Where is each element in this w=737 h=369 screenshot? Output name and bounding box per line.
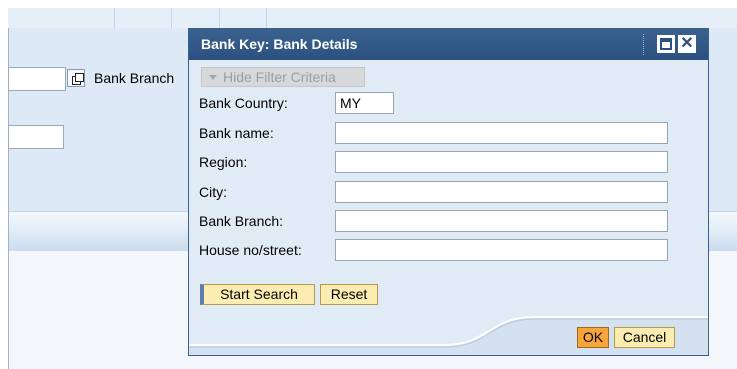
bank-branch-input[interactable] [335,210,668,232]
hide-filter-label: Hide Filter Criteria [223,69,336,85]
dialog-title-bar[interactable]: Bank Key: Bank Details ✕ [189,29,708,60]
title-divider [643,34,645,55]
collapse-triangle-icon [209,75,217,80]
house-street-input[interactable] [335,239,668,261]
close-button[interactable]: ✕ [678,35,696,53]
house-street-label: House no/street: [199,242,302,258]
bank-details-dialog: Bank Key: Bank Details ✕ Hide Filter Cri… [188,28,709,356]
background-toolbar [8,8,737,29]
value-help-icon-part [75,73,84,82]
bank-country-input[interactable] [335,92,394,114]
city-input[interactable] [335,181,668,203]
hide-filter-criteria-button[interactable]: Hide Filter Criteria [201,67,365,87]
value-help-button[interactable] [67,69,85,87]
region-label: Region: [199,154,248,170]
region-input[interactable] [335,151,668,173]
background-field-1[interactable] [8,67,66,91]
toolbar-separator [219,8,220,28]
bank-country-label: Bank Country: [199,95,288,111]
background-bank-branch-label: Bank Branch [94,70,175,86]
city-label: City: [199,184,227,200]
maximize-icon [660,38,672,50]
bank-name-input[interactable] [335,122,668,144]
dialog-title: Bank Key: Bank Details [201,36,358,52]
toolbar-separator [114,8,115,28]
maximize-button[interactable] [657,35,675,53]
cancel-button[interactable]: Cancel [614,327,675,348]
bank-name-label: Bank name: [199,125,274,141]
toolbar-separator [171,8,172,28]
bank-branch-label: Bank Branch: [199,213,284,229]
toolbar-separator [266,8,267,28]
ok-button[interactable]: OK [577,327,609,348]
close-icon: ✕ [680,35,694,52]
background-field-2[interactable] [8,125,64,149]
